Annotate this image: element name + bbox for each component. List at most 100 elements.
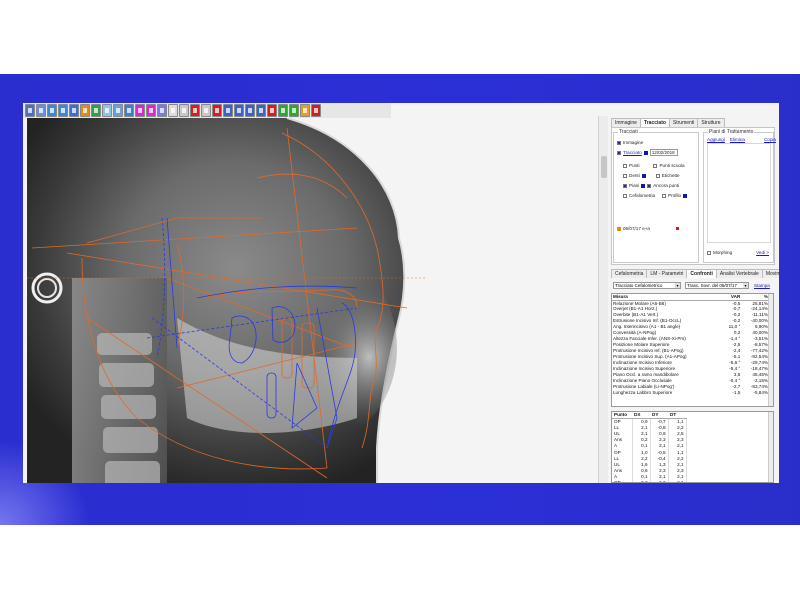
etichette-checkbox[interactable]: [655, 173, 660, 178]
tracciato-color-swatch[interactable]: [643, 150, 648, 155]
vedi-link[interactable]: Vedi >: [756, 250, 769, 255]
aggiungi-link[interactable]: Aggiungi: [707, 137, 725, 142]
confirm-icon[interactable]: [289, 104, 299, 117]
piani-list[interactable]: [707, 143, 771, 243]
close-icon[interactable]: [311, 104, 321, 117]
profilo-label: Profilo: [668, 193, 682, 198]
contrast-icon[interactable]: [91, 104, 101, 117]
cut-icon[interactable]: [179, 104, 189, 117]
tracciati-group: Tracciati Immagine Tracciato 12/02/2018 …: [613, 129, 699, 263]
right-panel: Immagine Tracciato Strumenti Strutture Trac…: [611, 116, 779, 483]
pdf-icon[interactable]: [267, 104, 277, 117]
hand-icon[interactable]: [36, 104, 46, 117]
rotate-right-icon[interactable]: [58, 104, 68, 117]
session-row[interactable]: 06/07/17 e+a: [617, 226, 679, 231]
tab-cefalometria[interactable]: Cefalometria: [611, 269, 648, 278]
angle-icon[interactable]: [146, 104, 156, 117]
immagine-row: Immagine: [617, 140, 643, 145]
piani-trattamento-group: Piani di Trattamento Aggiungi Elimina Co…: [703, 129, 776, 263]
profilo-color-swatch[interactable]: [683, 193, 688, 198]
print-icon[interactable]: [223, 104, 233, 117]
select-icon[interactable]: [25, 104, 35, 117]
compare-select-value: Trasc. Sovr. del 06/07/17: [687, 283, 737, 288]
text-icon[interactable]: [157, 104, 167, 117]
zoom-icon[interactable]: [80, 104, 90, 117]
calibrate-icon[interactable]: [124, 104, 134, 117]
etichette-label: Etichette: [661, 173, 680, 178]
tracciato-date-input[interactable]: 12/02/2018: [649, 149, 678, 156]
cefalometria-checkbox[interactable]: [623, 193, 627, 198]
session-color-icon: [617, 226, 621, 231]
ancora-punti-checkbox[interactable]: [647, 183, 652, 188]
compare-select[interactable]: Trasc. Sovr. del 06/07/17 ▾: [685, 282, 749, 289]
toolbar: [23, 103, 391, 118]
color-icon[interactable]: [190, 104, 200, 117]
tab-strutture[interactable]: Strutture: [697, 118, 725, 127]
immagine-checkbox[interactable]: [617, 140, 621, 145]
cephalometric-radiograph[interactable]: [27, 118, 428, 483]
profilo-checkbox[interactable]: [662, 193, 667, 198]
tab-analisi-vertebrale[interactable]: Analisi Vertebrale: [715, 269, 763, 278]
denti-checkbox[interactable]: [623, 173, 627, 178]
chevron-down-icon: ▾: [675, 283, 680, 288]
tab-strumenti[interactable]: Strumenti: [668, 118, 699, 127]
cephalometric-app-window: Immagine Tracciato Strumenti Strutture Trac…: [23, 103, 779, 483]
session-delete-icon[interactable]: [675, 227, 679, 230]
ruler-icon[interactable]: [135, 104, 145, 117]
punti-scuola-checkbox[interactable]: [653, 163, 658, 168]
tab-lm-parametri[interactable]: LM - Parametri: [646, 269, 688, 278]
compare-filters: Tracciato Cefalometrico ▾ Trasc. Sovr. d…: [611, 281, 771, 290]
check-icon[interactable]: [278, 104, 288, 117]
punti-row: Punti Punti scuola: [623, 163, 685, 168]
denti-color-swatch[interactable]: [641, 173, 646, 178]
tracciato-link[interactable]: Tracciato: [623, 150, 642, 155]
tab-immagine[interactable]: Immagine: [611, 118, 641, 127]
table-row[interactable]: Lunghezza Labbro Superiore -1,5 -5,84%: [612, 389, 769, 395]
undo-icon[interactable]: [300, 104, 310, 117]
punti-checkbox[interactable]: [623, 163, 627, 168]
measure-var: -1,5: [732, 389, 741, 395]
save-icon[interactable]: [234, 104, 244, 117]
table-row[interactable]: OP 0,3 2,2 2,1: [612, 479, 687, 482]
tracciato-checkbox[interactable]: [617, 150, 621, 155]
copia-link[interactable]: Copia: [764, 137, 776, 142]
top-tabs: Immagine Tracciato Strumenti Strutture: [611, 118, 725, 127]
stampa-link[interactable]: Stampa: [754, 283, 770, 288]
punti-label: Punti: [629, 163, 640, 168]
tab-tracciato[interactable]: Tracciato: [639, 118, 670, 127]
morphing-checkbox[interactable]: [707, 250, 711, 255]
cefalometria-row: Cefalometria Profilo: [623, 193, 688, 198]
denti-row: Denti Etichette: [623, 173, 680, 178]
tab-movimenti[interactable]: Movimenti: [761, 269, 779, 278]
pen-icon[interactable]: [168, 104, 178, 117]
flip-icon[interactable]: [69, 104, 79, 117]
punti-scuola-label: Punti scuola: [659, 163, 685, 168]
slide-background: Immagine Tracciato Strumenti Strutture Trac…: [0, 0, 800, 600]
tab-confronti[interactable]: Confronti: [686, 269, 717, 278]
points-table: Punto DX DY DT OP 0,9 -0,7 1,1 LL 2,1 -0,8 2,2 UL 2,…: [611, 411, 774, 483]
export-icon[interactable]: [245, 104, 255, 117]
points-scrollbar[interactable]: [768, 412, 773, 482]
point-icon[interactable]: [201, 104, 211, 117]
piani-checkbox[interactable]: [623, 183, 627, 188]
elimina-link[interactable]: Elimina: [730, 137, 745, 142]
chevron-down-icon: ▾: [743, 283, 748, 288]
point-dx: 0,3: [632, 479, 651, 482]
measures-scrollbar[interactable]: [768, 294, 773, 406]
scrollbar-thumb[interactable]: [601, 156, 607, 178]
session-label: 06/07/17 e+a: [623, 226, 650, 231]
piani-actions: Aggiungi Elimina Copia: [707, 137, 776, 142]
piani-color-swatch[interactable]: [641, 183, 646, 188]
tracciati-legend: Tracciati: [618, 129, 639, 135]
morphing-row: Morphing: [707, 250, 732, 255]
brightness-icon[interactable]: [102, 104, 112, 117]
record-icon[interactable]: [212, 104, 222, 117]
share-icon[interactable]: [256, 104, 266, 117]
tracciato-select[interactable]: Tracciato Cefalometrico ▾: [613, 282, 681, 289]
tracciato-row: Tracciato 12/02/2018: [617, 149, 678, 156]
panel-scrollbar[interactable]: [598, 116, 608, 483]
tracciato-select-value: Tracciato Cefalometrico: [615, 283, 663, 288]
rotate-left-icon[interactable]: [47, 104, 57, 117]
crop-icon[interactable]: [113, 104, 123, 117]
measure-name: Lunghezza Labbro Superiore: [613, 389, 673, 395]
